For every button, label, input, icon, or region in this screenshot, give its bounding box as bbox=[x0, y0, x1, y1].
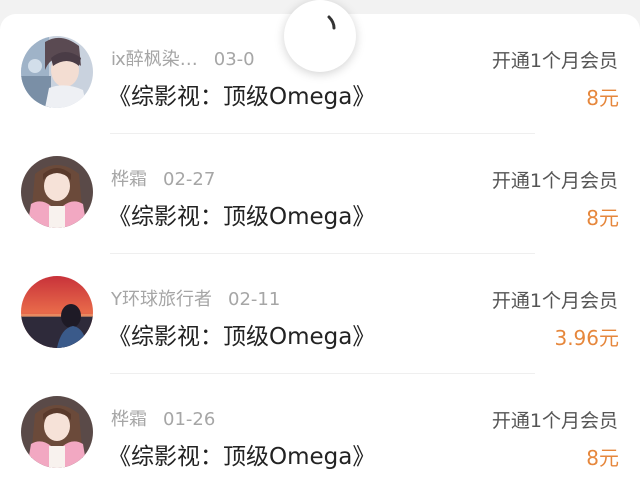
book-title[interactable]: 《综影视：顶级Omega》 bbox=[108, 197, 375, 231]
list-item[interactable]: 桦霜 01-26 《综影视：顶级Omega》 开通1个月会员 8元 bbox=[0, 374, 640, 494]
record-action: 开通1个月会员 bbox=[491, 170, 618, 192]
user-name[interactable]: ⅸ醉枫染… bbox=[111, 49, 198, 70]
record-action: 开通1个月会员 bbox=[491, 50, 618, 72]
record-date: 01-26 bbox=[163, 409, 216, 430]
book-title[interactable]: 《综影视：顶级Omega》 bbox=[108, 317, 375, 351]
list-item[interactable]: 桦霜 02-27 《综影视：顶级Omega》 开通1个月会员 8元 bbox=[0, 134, 640, 254]
record-price: 8元 bbox=[586, 206, 619, 230]
anime-boy-avatar-image bbox=[21, 36, 93, 108]
record-price: 3.96元 bbox=[554, 326, 619, 350]
loading-spinner-icon bbox=[327, 15, 336, 30]
book-title[interactable]: 《综影视：顶级Omega》 bbox=[108, 77, 375, 111]
purchase-records-list: ⅸ醉枫染… 03-0 《综影视：顶级Omega》 开通1个月会员 8元 桦霜 02-… bbox=[0, 14, 640, 500]
record-date: 02-27 bbox=[163, 169, 216, 190]
avatar[interactable] bbox=[21, 396, 93, 468]
record-meta: 桦霜 02-27 bbox=[111, 165, 215, 191]
avatar[interactable] bbox=[21, 36, 93, 108]
user-name[interactable]: Y环球旅行者 bbox=[111, 289, 212, 310]
record-price: 8元 bbox=[586, 446, 619, 470]
book-title[interactable]: 《综影视：顶级Omega》 bbox=[108, 437, 375, 471]
girl-pink-coat-avatar-image bbox=[21, 396, 93, 468]
record-action: 开通1个月会员 bbox=[491, 410, 618, 432]
loading-spinner bbox=[284, 0, 356, 72]
record-meta: Y环球旅行者 02-11 bbox=[111, 285, 280, 311]
record-action: 开通1个月会员 bbox=[491, 290, 618, 312]
record-date: 02-11 bbox=[228, 289, 281, 310]
record-price: 8元 bbox=[586, 86, 619, 110]
sunset-avatar-image bbox=[21, 276, 93, 348]
girl-pink-coat-avatar-image bbox=[21, 156, 93, 228]
record-meta: 桦霜 01-26 bbox=[111, 405, 215, 431]
user-name[interactable]: 桦霜 bbox=[111, 169, 147, 190]
record-meta: ⅸ醉枫染… 03-0 bbox=[111, 45, 255, 71]
record-date: 03-0 bbox=[213, 49, 255, 70]
user-name[interactable]: 桦霜 bbox=[111, 409, 147, 430]
avatar[interactable] bbox=[21, 276, 93, 348]
list-item[interactable]: Y环球旅行者 02-11 《综影视：顶级Omega》 开通1个月会员 3.96元 bbox=[0, 254, 640, 374]
avatar[interactable] bbox=[21, 156, 93, 228]
